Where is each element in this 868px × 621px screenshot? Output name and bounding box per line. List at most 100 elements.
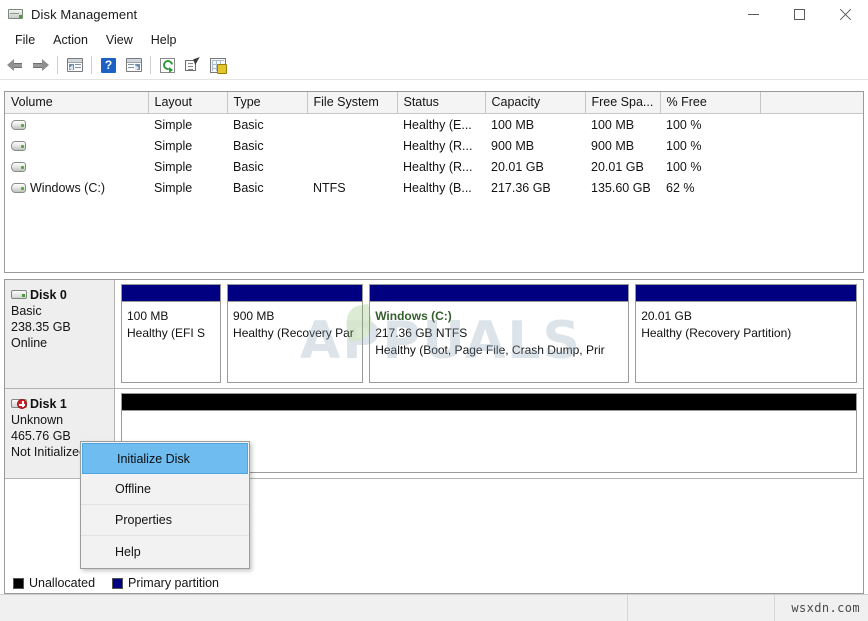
disk-0-state: Online [11,336,48,350]
help-button[interactable]: ? [96,53,121,77]
cell-filler [760,156,863,177]
cell-percent-free: 100 % [666,138,702,153]
cell-layout: Simple [154,180,193,195]
cell-free-space: 900 MB [591,138,635,153]
cell-type: Basic [233,159,264,174]
partition-0-3-colorbar [636,285,856,302]
table-row[interactable]: Simple Basic Healthy (R... 900 MB 900 MB… [5,135,863,156]
cell-status: Healthy (B... [403,180,472,195]
cell-volume: Windows (C:) [5,177,148,198]
partition-0-1-size: 900 MB [233,309,275,323]
window-controls [730,0,868,28]
cell-free-space: 135.60 GB [591,180,651,195]
minimize-button[interactable] [730,0,776,28]
legend: Unallocated Primary partition [4,573,864,594]
column-header-type[interactable]: Type [227,92,308,114]
partition-0-3-status: Healthy (Recovery Partition) [641,326,792,340]
rescan-disks-button[interactable] [205,53,230,77]
cell-layout: Simple [154,159,193,174]
disk-1-name: Disk 1 [30,397,67,411]
menu-action[interactable]: Action [44,30,97,50]
context-menu-item-properties[interactable]: Properties [81,505,249,536]
volume-table-header-row: Volume Layout Type File System Status Ca… [5,92,863,114]
volume-icon [11,119,26,130]
refresh-button[interactable] [155,53,180,77]
cell-file-system [307,135,397,156]
table-row[interactable]: Simple Basic Healthy (E... 100 MB 100 MB… [5,114,863,136]
cell-percent-free: 62 % [666,180,695,195]
cell-capacity: 217.36 GB [491,180,551,195]
legend-swatch-unallocated [13,577,24,589]
status-bar-panel-middle [628,595,775,621]
disk-1-type: Unknown [11,413,64,427]
cell-free-space: 100 MB [591,117,635,132]
legend-item-unallocated: Unallocated [13,576,95,590]
close-button[interactable] [822,0,868,28]
show-hide-action-pane-icon [125,58,142,72]
status-bar: wsxdn.com [0,594,868,621]
back-arrow-icon [7,58,24,72]
disk-0-partitions: 100 MB Healthy (EFI S 900 MB Healthy (Re… [115,280,863,388]
cell-volume-label: Windows (C:) [30,180,106,195]
partition-0-0-size: 100 MB [127,309,169,323]
partition-0-0[interactable]: 100 MB Healthy (EFI S [121,284,222,383]
show-hide-action-pane-button[interactable] [121,53,146,77]
menu-file[interactable]: File [6,30,44,50]
table-row[interactable]: Windows (C:) Simple Basic NTFS Healthy (… [5,177,863,198]
volume-table: Volume Layout Type File System Status Ca… [5,92,863,198]
disk-0-title: Disk 0 [11,288,114,302]
disk-row-0[interactable]: Disk 0 Basic 238.35 GB Online 100 MB Hea… [5,280,863,389]
title-bar: Disk Management [0,0,868,28]
forward-button[interactable] [28,53,53,77]
cell-type: Basic [233,117,264,132]
column-header-capacity[interactable]: Capacity [485,92,586,114]
cell-layout: Simple [154,117,193,132]
partition-0-2-status: Healthy (Boot, Page File, Crash Dump, Pr… [375,343,605,357]
cell-filler [760,114,863,136]
column-header-layout[interactable]: Layout [148,92,228,114]
partition-0-2-name: Windows (C:) [375,309,452,323]
column-header-percent-free[interactable]: % Free [660,92,761,114]
toolbar-separator-3 [150,56,151,74]
menu-help[interactable]: Help [142,30,186,50]
window-title: Disk Management [31,6,138,22]
cell-percent-free: 100 % [666,117,702,132]
volume-list-pane: Volume Layout Type File System Status Ca… [4,91,864,273]
column-header-filler[interactable] [760,92,863,114]
legend-label-primary-partition: Primary partition [128,576,220,590]
cell-free-space: 20.01 GB [591,159,644,174]
disk-0-header[interactable]: Disk 0 Basic 238.35 GB Online [5,280,115,388]
partition-1-0-colorbar [122,394,856,411]
menu-view[interactable]: View [97,30,142,50]
partition-0-2-colorbar [370,285,629,302]
disk-context-menu: Initialize Disk Offline Properties Help [80,441,250,569]
partition-0-2[interactable]: Windows (C:) 217.36 GB NTFS Healthy (Boo… [369,284,630,383]
column-header-free-space[interactable]: Free Spa... [585,92,661,114]
column-header-file-system[interactable]: File System [307,92,398,114]
cell-filler [760,135,863,156]
disk-error-icon [11,398,28,410]
table-row[interactable]: Simple Basic Healthy (R... 20.01 GB 20.0… [5,156,863,177]
partition-0-0-status: Healthy (EFI S [127,326,206,340]
back-button[interactable] [3,53,28,77]
context-menu-item-help[interactable]: Help [81,536,249,567]
rescan-disks-icon [209,57,227,74]
context-menu-item-offline[interactable]: Offline [81,474,249,505]
partition-0-3-size: 20.01 GB [641,309,692,323]
disk-0-type: Basic [11,304,42,318]
cell-filler [760,177,863,198]
cell-status: Healthy (R... [403,138,473,153]
column-header-volume[interactable]: Volume [5,92,149,114]
column-header-status[interactable]: Status [397,92,486,114]
properties-button[interactable] [180,53,205,77]
show-hide-console-tree-button[interactable] [62,53,87,77]
toolbar-separator-1 [57,56,58,74]
partition-0-3[interactable]: 20.01 GB Healthy (Recovery Partition) [635,284,857,383]
status-bar-panel-right: wsxdn.com [791,601,860,615]
maximize-button[interactable] [776,0,822,28]
context-menu-item-initialize-disk[interactable]: Initialize Disk [82,443,248,474]
partition-0-1[interactable]: 900 MB Healthy (Recovery Par [227,284,364,383]
cell-percent-free: 100 % [666,159,702,174]
volume-icon [11,182,26,193]
disk-1-title: Disk 1 [11,397,114,411]
